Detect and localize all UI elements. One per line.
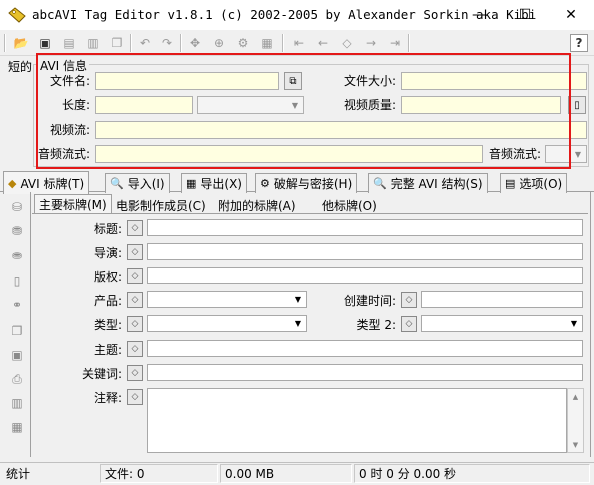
browse-icon[interactable]: ▣ [36,34,54,52]
keywords-label: 关键词: [81,367,122,381]
title-label: 标题: [93,222,122,236]
created-field[interactable] [421,291,583,308]
status-time: 0 时 0 分 0.00 秒 [354,464,590,483]
title-bar: abcAVI Tag Editor v1.8.1 (c) 2002-2005 b… [0,0,594,30]
save-all-icon[interactable]: ▥ [84,34,102,52]
tab-import[interactable]: 🔍 导入(I) [105,173,170,193]
copyright-label: 版权: [93,270,122,284]
comment-label: 注释: [93,391,122,405]
short-label: 短的 [8,60,33,74]
field-menu-icon[interactable]: ◇ [127,389,143,405]
chevron-down-icon: ▼ [574,149,582,159]
subject-field[interactable] [147,340,583,357]
chevron-down-icon: ▼ [294,295,302,304]
highlight-box [36,53,571,169]
web-icon[interactable]: ✥ [186,34,204,52]
search-icon: 🔍 [373,177,387,190]
status-files: 文件: 0 [100,464,218,483]
maximize-button[interactable]: ☐ [502,0,548,30]
minimize-button[interactable]: — [456,0,502,30]
status-size: 0.00 MB [220,464,352,483]
keywords-field[interactable] [147,364,583,381]
load-icon[interactable]: ▥ [8,394,26,412]
scroll-up-icon[interactable]: ▲ [568,389,583,404]
scroll-down-icon[interactable]: ▼ [568,437,583,452]
tag-icon: ◆ [8,176,17,190]
title-field[interactable] [147,219,583,236]
created-label: 创建时间: [343,294,396,308]
field-menu-icon[interactable]: ◇ [127,316,143,332]
copy-tags-icon[interactable]: ❐ [108,34,126,52]
options-icon: ▤ [505,177,516,190]
export-icon: ▦ [186,177,197,190]
save-icon[interactable]: ▤ [60,34,78,52]
genre2-label: 类型 2: [356,318,397,332]
tab-export[interactable]: ▦ 导出(X) [181,173,247,193]
field-menu-icon[interactable]: ◇ [401,316,417,332]
close-button[interactable]: ✕ [548,0,594,30]
last-icon[interactable]: ⇥ [386,34,404,52]
director-field[interactable] [147,243,583,260]
tab-avi-structure[interactable]: 🔍 完整 AVI 结构(S) [368,173,488,193]
genre2-combo[interactable]: ▼ [421,315,583,332]
copyright-field[interactable] [147,267,583,284]
stop-icon[interactable]: ◇ [338,34,356,52]
read-tag-icon[interactable]: ⛁ [8,198,26,216]
write-tag-icon[interactable]: ⛃ [8,222,26,240]
print-icon[interactable]: ⎙ [8,370,26,388]
field-menu-icon[interactable]: ◇ [127,268,143,284]
help-icon[interactable]: ? [570,34,588,52]
comment-field[interactable] [147,388,567,453]
subtab-other[interactable]: 他标牌(O) [318,196,381,214]
frame-icon[interactable]: ▯ [8,272,26,290]
apply-icon[interactable]: ▦ [258,34,276,52]
product-combo[interactable]: ▼ [147,291,307,308]
import-icon: 🔍 [110,177,124,190]
link-icon[interactable]: ⚭ [8,296,26,314]
product-label: 产品: [93,294,122,308]
first-icon[interactable]: ⇤ [290,34,308,52]
info-icon[interactable]: ⊕ [210,34,228,52]
genre-label: 类型: [93,318,122,332]
undo-icon[interactable]: ↶ [136,34,154,52]
prev-icon[interactable]: ← [314,34,332,52]
subtab-main[interactable]: 主要标牌(M) [34,194,112,214]
next-icon[interactable]: → [362,34,380,52]
tab-hack[interactable]: ⚙ 破解与密接(H) [255,173,358,193]
field-menu-icon[interactable]: ◇ [127,292,143,308]
field-menu-icon[interactable]: ◇ [127,365,143,381]
subject-label: 主题: [93,343,122,357]
redo-icon[interactable]: ↷ [158,34,176,52]
tab-avi-tags[interactable]: ◆ AVI 标牌(T) [3,171,90,194]
field-menu-icon[interactable]: ◇ [127,244,143,260]
subtab-crew[interactable]: 电影制作成员(C) [112,196,210,214]
settings-icon[interactable]: ⚙ [234,34,252,52]
status-label: 统计 [6,467,31,481]
genre-combo[interactable]: ▼ [147,315,307,332]
chevron-down-icon: ▼ [570,319,578,328]
director-label: 导演: [93,246,122,260]
open-folder-icon[interactable]: 📂 [12,34,30,52]
tag-app-icon [8,7,26,23]
hack-icon: ⚙ [260,177,270,190]
subtab-divider [32,213,588,214]
field-menu-icon[interactable]: ◇ [401,292,417,308]
tab-options[interactable]: ▤ 选项(O) [500,173,568,193]
subtab-extra[interactable]: 附加的标牌(A) [214,196,300,214]
paste-icon[interactable]: ▣ [8,346,26,364]
field-menu-icon[interactable]: ◇ [127,220,143,236]
field-menu-icon[interactable]: ◇ [127,341,143,357]
store-icon[interactable]: ▦ [8,418,26,436]
remove-tag-icon[interactable]: ⛂ [8,246,26,264]
chevron-down-icon: ▼ [294,319,302,328]
comment-scrollbar[interactable]: ▲ ▼ [567,388,584,453]
copy-icon[interactable]: ❐ [8,322,26,340]
